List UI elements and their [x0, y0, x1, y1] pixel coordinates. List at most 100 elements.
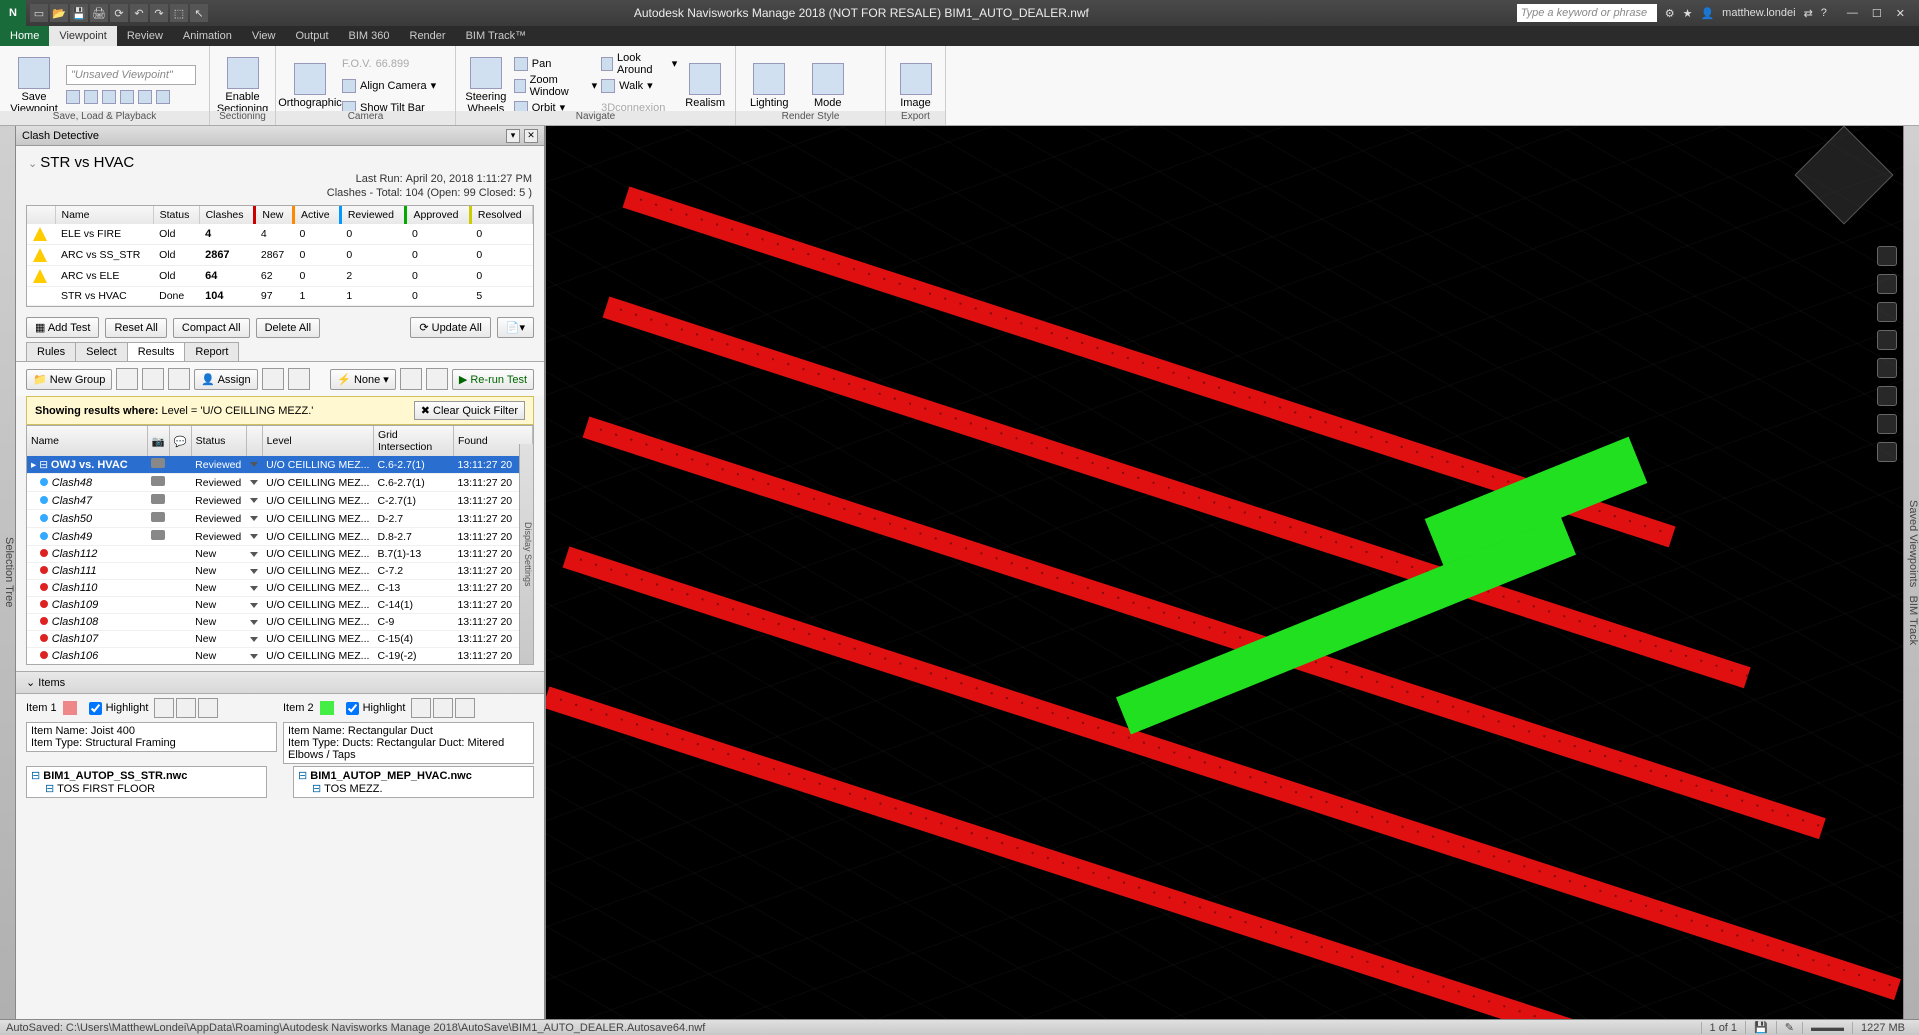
- dropdown-icon[interactable]: [250, 462, 258, 467]
- tab-viewpoint[interactable]: Viewpoint: [49, 26, 117, 46]
- test-row[interactable]: STR vs HVACDone104971105: [27, 287, 533, 306]
- result-row[interactable]: Clash50ReviewedU/O CEILLING MEZ...D-2.71…: [27, 510, 533, 528]
- result-row[interactable]: Clash107NewU/O CEILLING MEZ...C-15(4)13:…: [27, 631, 533, 648]
- walk-button[interactable]: Walk ▾: [601, 76, 677, 96]
- dropdown-icon[interactable]: [250, 620, 258, 625]
- tab-output[interactable]: Output: [286, 26, 339, 46]
- col-resolved[interactable]: Resolved: [470, 206, 532, 224]
- dropdown-icon[interactable]: [250, 637, 258, 642]
- play-next-icon[interactable]: [120, 90, 134, 104]
- ungroup-icon[interactable]: [142, 368, 164, 390]
- item1-highlight-checkbox[interactable]: Highlight: [89, 702, 149, 715]
- subtab-rules[interactable]: Rules: [26, 342, 76, 361]
- test-row[interactable]: ELE vs FIREOld440000: [27, 224, 533, 245]
- record-icon[interactable]: [156, 90, 170, 104]
- col-reviewed[interactable]: Reviewed: [340, 206, 406, 224]
- explode-icon[interactable]: [168, 368, 190, 390]
- dropdown-icon[interactable]: [250, 552, 258, 557]
- style1-icon[interactable]: [859, 65, 879, 85]
- collapse-arrow-icon[interactable]: ⌄: [28, 158, 37, 170]
- infocenter-icon[interactable]: ⚙: [1665, 7, 1675, 20]
- subtab-results[interactable]: Results: [127, 342, 186, 361]
- pan-button[interactable]: Pan: [514, 54, 597, 74]
- rcol-status[interactable]: Status: [191, 426, 246, 456]
- signin-icon[interactable]: 👤: [1700, 7, 1714, 20]
- app-logo[interactable]: N: [0, 0, 26, 26]
- clear-filter-button[interactable]: ✖ Clear Quick Filter: [414, 401, 525, 420]
- add-test-button[interactable]: ▦ Add Test: [26, 317, 99, 338]
- dropdown-icon[interactable]: [250, 569, 258, 574]
- mode-button[interactable]: Mode: [801, 63, 856, 109]
- compact-all-button[interactable]: Compact All: [173, 318, 250, 338]
- lighting-button[interactable]: Lighting: [742, 63, 797, 109]
- items-header[interactable]: ⌄ Items: [16, 671, 544, 694]
- result-row[interactable]: Clash105NewU/O CEILLING MEZ...C-19(-2)13…: [27, 665, 533, 666]
- test-row[interactable]: ARC vs ELEOld64620200: [27, 266, 533, 287]
- viewpoint-dropdown[interactable]: "Unsaved Viewpoint": [66, 65, 196, 85]
- look-around-button[interactable]: Look Around ▾: [601, 54, 677, 74]
- navtool-7[interactable]: [1877, 414, 1897, 434]
- qat-save-icon[interactable]: 💾: [70, 4, 88, 22]
- reset-all-button[interactable]: Reset All: [105, 318, 166, 338]
- rcol-grid[interactable]: Grid Intersection: [373, 426, 453, 456]
- col-clashes[interactable]: Clashes: [199, 206, 255, 224]
- tab-animation[interactable]: Animation: [173, 26, 242, 46]
- navtool-2[interactable]: [1877, 274, 1897, 294]
- right-strips[interactable]: Saved Viewpoints BIM Track: [1903, 126, 1919, 1019]
- rcol-name[interactable]: Name: [27, 426, 147, 456]
- col-name[interactable]: Name: [55, 206, 153, 224]
- comment-icon[interactable]: [288, 368, 310, 390]
- align-camera-button[interactable]: Align Camera ▾: [342, 76, 436, 96]
- result-row[interactable]: Clash110NewU/O CEILLING MEZ...C-1313:11:…: [27, 580, 533, 597]
- item1-btn2[interactable]: [176, 698, 196, 718]
- filter-none-dropdown[interactable]: ⚡ None ▾: [330, 369, 396, 390]
- play-fwd-icon[interactable]: [138, 90, 152, 104]
- result-row[interactable]: Clash111NewU/O CEILLING MEZ...C-7.213:11…: [27, 563, 533, 580]
- steering-wheels-button[interactable]: Steering Wheels: [462, 57, 510, 115]
- rerun-test-button[interactable]: ▶ Re-run Test: [452, 369, 534, 390]
- result-row[interactable]: Clash47ReviewedU/O CEILLING MEZ...C-2.7(…: [27, 492, 533, 510]
- filter-icon[interactable]: [400, 368, 422, 390]
- tab-home[interactable]: Home: [0, 26, 49, 46]
- qat-open-icon[interactable]: 📂: [50, 4, 68, 22]
- dropdown-icon[interactable]: [250, 534, 258, 539]
- col-status[interactable]: Status: [153, 206, 199, 224]
- dropdown-icon[interactable]: [250, 480, 258, 485]
- item2-highlight-checkbox[interactable]: Highlight: [346, 702, 406, 715]
- update-all-button[interactable]: ⟳ Update All: [410, 317, 490, 338]
- dropdown-icon[interactable]: [250, 586, 258, 591]
- dropdown-icon[interactable]: [250, 516, 258, 521]
- search-input[interactable]: Type a keyword or phrase: [1517, 4, 1657, 22]
- dropdown-icon[interactable]: [250, 603, 258, 608]
- test-row[interactable]: ARC vs SS_STROld286728670000: [27, 245, 533, 266]
- dropdown-icon[interactable]: [250, 498, 258, 503]
- rcol-comment[interactable]: 💬: [169, 426, 191, 456]
- result-row[interactable]: Clash112NewU/O CEILLING MEZ...B.7(1)-131…: [27, 546, 533, 563]
- 3d-viewport[interactable]: [546, 126, 1903, 1019]
- play-back-icon[interactable]: [66, 90, 80, 104]
- rcol-level[interactable]: Level: [262, 426, 373, 456]
- group-icon[interactable]: [116, 368, 138, 390]
- orthographic-button[interactable]: Orthographic: [282, 63, 338, 109]
- result-row[interactable]: Clash48ReviewedU/O CEILLING MEZ...C.6-2.…: [27, 474, 533, 492]
- assign-button[interactable]: 👤 Assign: [194, 369, 257, 390]
- navtool-4[interactable]: [1877, 330, 1897, 350]
- display-settings-strip[interactable]: Display Settings: [519, 444, 533, 664]
- result-row[interactable]: Clash108NewU/O CEILLING MEZ...C-913:11:2…: [27, 614, 533, 631]
- qat-undo-icon[interactable]: ↶: [130, 4, 148, 22]
- dropdown-icon[interactable]: [250, 654, 258, 659]
- result-row[interactable]: ▸ ⊟ OWJ vs. HVACReviewedU/O CEILLING MEZ…: [27, 456, 533, 474]
- subtab-select[interactable]: Select: [75, 342, 128, 361]
- play-prev-icon[interactable]: [84, 90, 98, 104]
- style2-icon[interactable]: [859, 87, 879, 107]
- navtool-8[interactable]: [1877, 442, 1897, 462]
- navtool-1[interactable]: [1877, 246, 1897, 266]
- item2-tree[interactable]: BIM1_AUTOP_MEP_HVAC.nwcTOS MEZZ.: [293, 766, 534, 798]
- navtool-3[interactable]: [1877, 302, 1897, 322]
- tab-render[interactable]: Render: [400, 26, 456, 46]
- item2-btn1[interactable]: [411, 698, 431, 718]
- qat-new-icon[interactable]: ▭: [30, 4, 48, 22]
- navtool-5[interactable]: [1877, 358, 1897, 378]
- item2-btn3[interactable]: [455, 698, 475, 718]
- qat-redo-icon[interactable]: ↷: [150, 4, 168, 22]
